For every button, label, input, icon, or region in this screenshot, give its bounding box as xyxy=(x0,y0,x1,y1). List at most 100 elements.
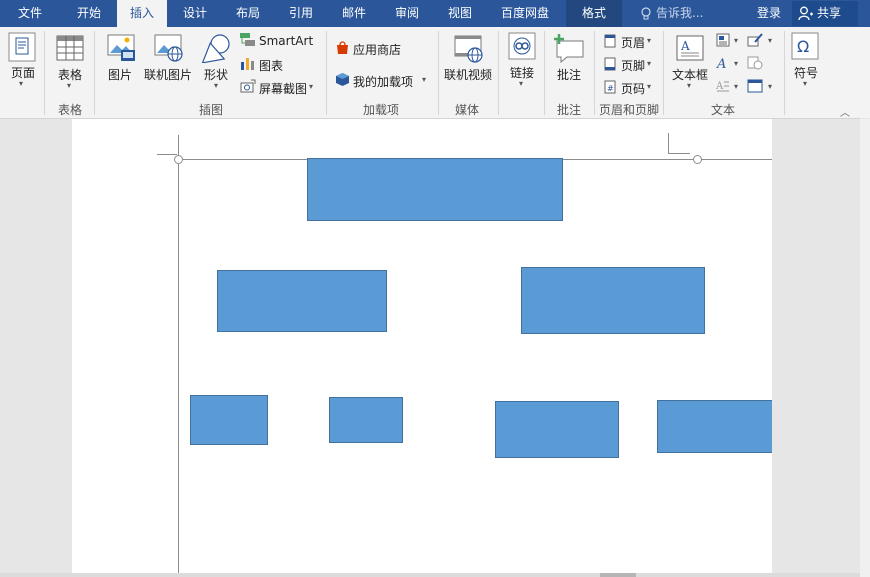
header-icon xyxy=(604,34,616,48)
crop-mark xyxy=(668,153,690,154)
date-time-icon xyxy=(747,56,763,70)
omega-icon: Ω xyxy=(791,32,819,60)
svg-text:A: A xyxy=(680,39,690,53)
horizontal-scrollbar[interactable] xyxy=(0,573,860,577)
header-label: 页眉 xyxy=(621,36,646,50)
drop-cap-icon: A xyxy=(716,81,729,92)
quick-parts-icon xyxy=(716,33,730,47)
chevron-down-icon: ▾ xyxy=(19,79,24,88)
link-icon xyxy=(508,32,536,60)
tab-home[interactable]: 开始 xyxy=(62,0,116,27)
group-label-text: 文本 xyxy=(711,103,736,117)
chevron-down-icon: ▾ xyxy=(214,81,219,90)
chevron-down-icon: ▾ xyxy=(768,82,773,91)
footer-icon xyxy=(604,57,616,71)
chevron-down-icon: ▾ xyxy=(647,82,652,91)
group-divider xyxy=(784,31,785,115)
chart-icon xyxy=(241,58,254,70)
rectangle-shape[interactable] xyxy=(307,158,563,221)
person-icon xyxy=(798,6,813,21)
chevron-down-icon: ▾ xyxy=(422,75,427,84)
vertical-scrollbar[interactable] xyxy=(860,119,870,577)
tab-insert[interactable]: 插入 xyxy=(117,0,167,27)
wordart-icon: A xyxy=(716,57,726,70)
rectangle-shape[interactable] xyxy=(495,401,619,458)
chevron-down-icon: ▾ xyxy=(768,36,773,45)
ribbon-edge xyxy=(860,27,870,118)
chevron-down-icon: ▾ xyxy=(734,59,739,68)
tab-design[interactable]: 设计 xyxy=(170,0,220,27)
tell-me-box[interactable]: 告诉我... xyxy=(640,0,703,27)
chevron-down-icon: ▾ xyxy=(647,36,652,45)
online-picture-icon xyxy=(154,34,183,62)
group-label-addins: 加载项 xyxy=(363,103,400,117)
crop-mark xyxy=(668,133,669,153)
group-label-header-footer: 页眉和页脚 xyxy=(599,103,660,117)
tab-format[interactable]: 格式 xyxy=(566,0,622,27)
tab-baidu-netdisk[interactable]: 百度网盘 xyxy=(490,0,560,27)
ribbon-tab-bar: 文件 开始 插入 设计 布局 引用 邮件 审阅 视图 百度网盘 格式 xyxy=(0,0,870,27)
group-divider xyxy=(594,31,595,115)
rectangle-shape[interactable] xyxy=(521,267,705,334)
chevron-down-icon: ▾ xyxy=(687,81,692,90)
tab-mailings[interactable]: 邮件 xyxy=(329,0,379,27)
group-label-tables: 表格 xyxy=(58,103,83,117)
selection-handle[interactable] xyxy=(693,155,702,164)
group-divider xyxy=(94,31,95,115)
picture-icon xyxy=(107,34,135,61)
group-label-comments: 批注 xyxy=(557,103,582,117)
tab-layout[interactable]: 布局 xyxy=(223,0,273,27)
horizontal-scroll-thumb[interactable] xyxy=(600,573,636,577)
chevron-down-icon: ▾ xyxy=(734,82,739,91)
store-icon xyxy=(337,41,348,54)
comment-label: 批注 xyxy=(557,68,582,82)
group-divider xyxy=(544,31,545,115)
chevron-down-icon: ▾ xyxy=(647,59,652,68)
rectangle-shape[interactable] xyxy=(190,395,268,445)
collapse-ribbon-icon[interactable]: ︿ xyxy=(840,104,850,119)
online-picture-label: 联机图片 xyxy=(144,68,193,82)
shapes-icon xyxy=(201,34,230,63)
svg-text:A: A xyxy=(716,57,726,70)
object-icon xyxy=(747,79,763,93)
chevron-down-icon: ▾ xyxy=(519,79,524,88)
table-icon xyxy=(56,35,84,61)
share-label: 共享 xyxy=(817,6,842,20)
ribbon: 页面 ▾ 表格 ▾ 表格 图片 联机图片 形状 ▾ SmartArt 图表 屏幕… xyxy=(0,27,860,119)
chevron-down-icon: ▾ xyxy=(734,36,739,45)
online-video-label: 联机视频 xyxy=(444,68,493,82)
my-addins-icon xyxy=(336,73,349,86)
group-divider xyxy=(44,31,45,115)
chart-label: 图表 xyxy=(259,59,284,73)
signature-line-icon xyxy=(747,33,763,47)
svg-text:A: A xyxy=(716,81,724,92)
sign-in-link[interactable]: 登录 xyxy=(757,0,781,27)
rectangle-shape[interactable] xyxy=(657,400,772,453)
footer-label: 页脚 xyxy=(621,59,646,73)
tab-references[interactable]: 引用 xyxy=(276,0,326,27)
group-divider xyxy=(498,31,499,115)
screenshot-label: 屏幕截图 xyxy=(259,82,308,96)
my-addins-label: 我的加载项 xyxy=(353,75,414,89)
chevron-down-icon: ▾ xyxy=(803,79,808,88)
svg-text:Ω: Ω xyxy=(797,37,809,56)
chevron-down-icon: ▾ xyxy=(309,82,314,91)
crop-mark xyxy=(157,154,177,155)
group-divider xyxy=(663,31,664,115)
group-label-media: 媒体 xyxy=(455,103,480,117)
rectangle-shape[interactable] xyxy=(217,270,387,332)
tell-me-text: 告诉我... xyxy=(656,6,704,20)
screenshot-icon xyxy=(240,79,256,93)
online-video-icon xyxy=(454,35,483,63)
text-box-icon: A xyxy=(676,35,704,61)
lightbulb-icon xyxy=(641,7,651,20)
rectangle-shape[interactable] xyxy=(329,397,403,443)
new-comment-icon xyxy=(554,34,584,63)
tab-review[interactable]: 审阅 xyxy=(382,0,432,27)
group-label-illustrations: 插图 xyxy=(199,103,224,117)
svg-text:#: # xyxy=(607,84,614,93)
selection-handle[interactable] xyxy=(174,155,183,164)
tab-file[interactable]: 文件 xyxy=(4,0,56,27)
tab-view[interactable]: 视图 xyxy=(435,0,485,27)
share-button[interactable]: 共享 xyxy=(792,1,858,26)
